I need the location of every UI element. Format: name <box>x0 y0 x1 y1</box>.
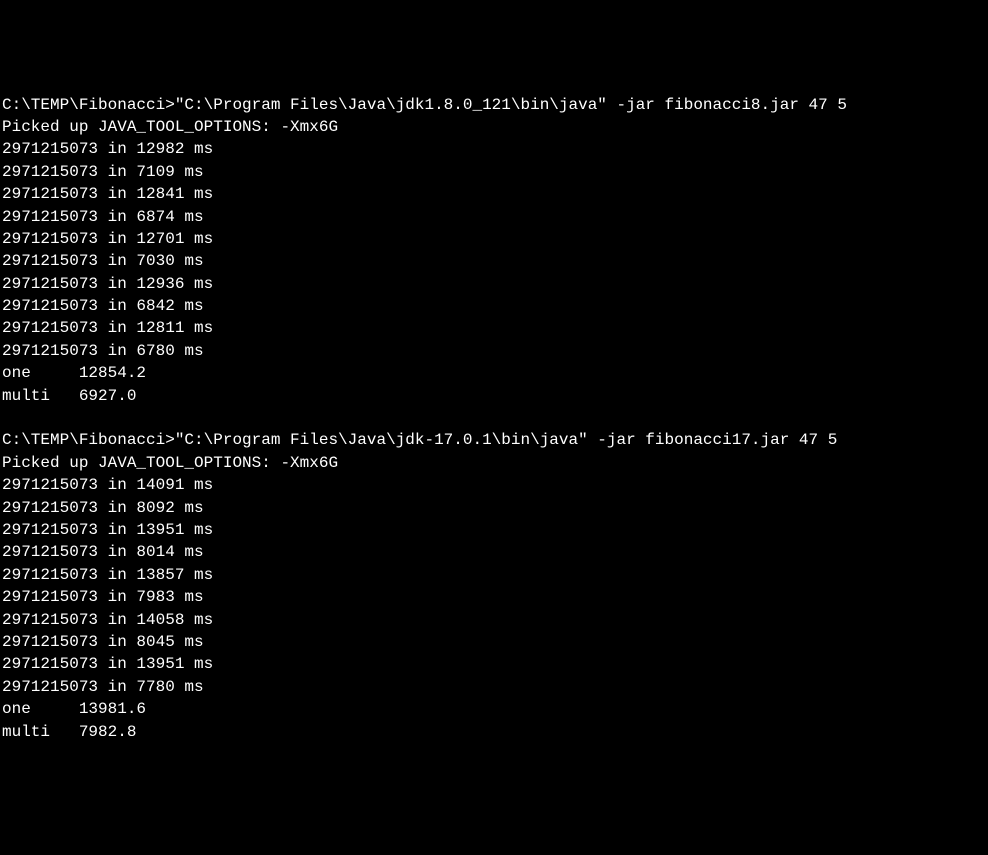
output-line: 2971215073 in 13951 ms <box>2 519 986 541</box>
output-line: 2971215073 in 8014 ms <box>2 541 986 563</box>
output-line: 2971215073 in 7780 ms <box>2 676 986 698</box>
command: "C:\Program Files\Java\jdk-17.0.1\bin\ja… <box>175 431 838 449</box>
output-line: 2971215073 in 7983 ms <box>2 586 986 608</box>
output-line: 2971215073 in 13857 ms <box>2 564 986 586</box>
prompt: C:\TEMP\Fibonacci> <box>2 431 175 449</box>
output-line: 2971215073 in 8092 ms <box>2 497 986 519</box>
output-line: 2971215073 in 7109 ms <box>2 161 986 183</box>
summary-one-2: one 13981.6 <box>2 698 986 720</box>
command: "C:\Program Files\Java\jdk1.8.0_121\bin\… <box>175 96 847 114</box>
output-line: 2971215073 in 8045 ms <box>2 631 986 653</box>
output-line: 2971215073 in 12701 ms <box>2 228 986 250</box>
summary-multi-1: multi 6927.0 <box>2 385 986 407</box>
output-line: 2971215073 in 6874 ms <box>2 206 986 228</box>
terminal-output[interactable]: C:\TEMP\Fibonacci>"C:\Program Files\Java… <box>2 94 986 743</box>
output-line: 2971215073 in 12811 ms <box>2 317 986 339</box>
blank-line <box>2 407 986 429</box>
command-line-1: C:\TEMP\Fibonacci>"C:\Program Files\Java… <box>2 94 986 116</box>
prompt: C:\TEMP\Fibonacci> <box>2 96 175 114</box>
java-tool-options-2: Picked up JAVA_TOOL_OPTIONS: -Xmx6G <box>2 452 986 474</box>
output-line: 2971215073 in 12982 ms <box>2 138 986 160</box>
output-line: 2971215073 in 12841 ms <box>2 183 986 205</box>
output-line: 2971215073 in 6780 ms <box>2 340 986 362</box>
output-line: 2971215073 in 12936 ms <box>2 273 986 295</box>
summary-multi-2: multi 7982.8 <box>2 721 986 743</box>
output-line: 2971215073 in 7030 ms <box>2 250 986 272</box>
output-line: 2971215073 in 14091 ms <box>2 474 986 496</box>
command-line-2: C:\TEMP\Fibonacci>"C:\Program Files\Java… <box>2 429 986 451</box>
output-line: 2971215073 in 14058 ms <box>2 609 986 631</box>
java-tool-options-1: Picked up JAVA_TOOL_OPTIONS: -Xmx6G <box>2 116 986 138</box>
output-line: 2971215073 in 13951 ms <box>2 653 986 675</box>
summary-one-1: one 12854.2 <box>2 362 986 384</box>
output-line: 2971215073 in 6842 ms <box>2 295 986 317</box>
